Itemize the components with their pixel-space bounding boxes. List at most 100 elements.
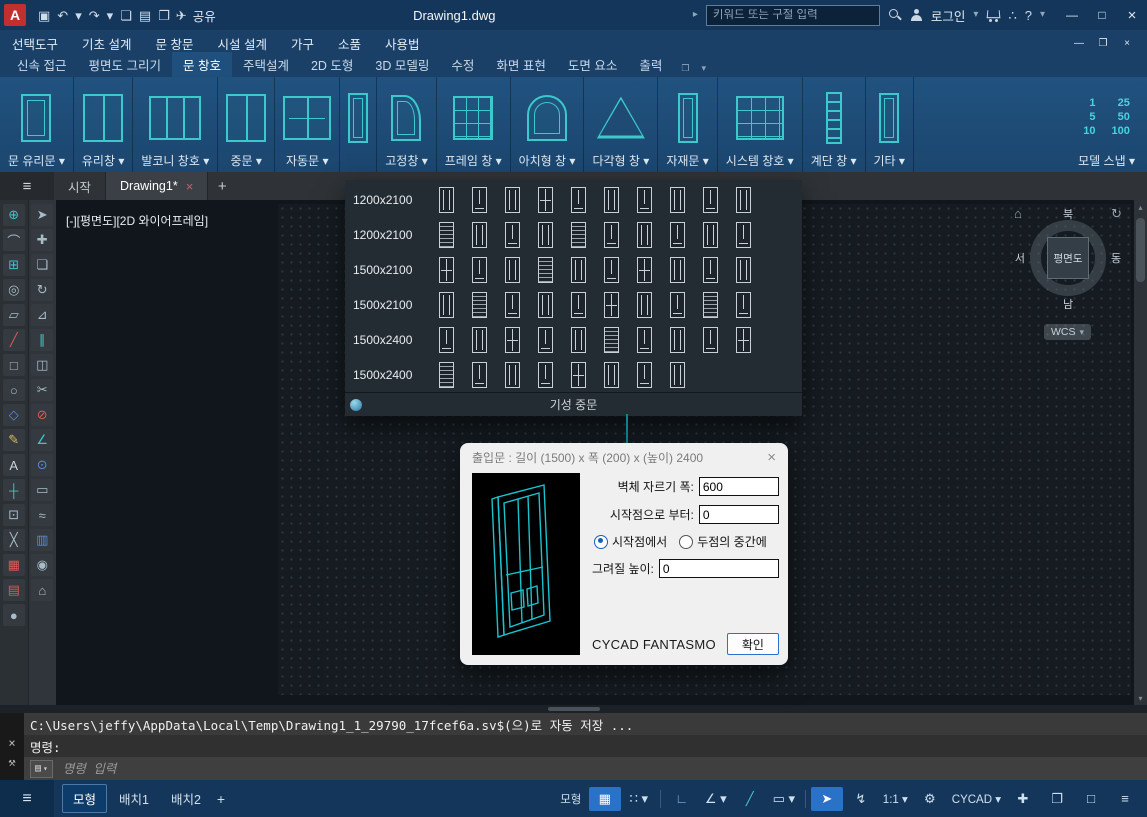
close-button[interactable]: × (1117, 0, 1147, 30)
angle-measure-icon[interactable]: ∠ (31, 429, 53, 451)
object-snap-tracking-toggle[interactable]: ╱ (734, 787, 766, 811)
viewport-controls[interactable]: [-][평면도][2D 와이어프레임] (66, 212, 208, 229)
table-tool-icon[interactable]: ⊞ (3, 254, 25, 276)
selection-cycling-toggle[interactable]: ➤ (811, 787, 843, 811)
ok-button[interactable]: 확인 (727, 633, 779, 655)
door-thumbnail[interactable] (472, 292, 487, 318)
clean-screen-toggle[interactable]: □ (1075, 787, 1107, 811)
hatch-tool-icon[interactable]: ▦ (3, 554, 25, 576)
help-icon[interactable]: ? (1025, 9, 1032, 22)
door-thumbnail[interactable] (439, 187, 454, 213)
login-caret-icon[interactable]: ▾ (973, 10, 978, 20)
wcs-dropdown[interactable]: WCS ▾ (1044, 324, 1091, 340)
ribbon-panel-button[interactable]: 다각형 창 ▾ (584, 77, 658, 172)
offset-tool-icon[interactable]: ∥ (31, 329, 53, 351)
add-layout-button[interactable]: + (211, 787, 231, 811)
viewport-tool-icon[interactable]: ▭ (31, 479, 53, 501)
new-tab-button[interactable]: + (208, 172, 236, 200)
door-thumbnail[interactable] (736, 257, 751, 283)
door-thumbnail[interactable] (736, 292, 751, 318)
menu-item[interactable]: 가구 (291, 34, 314, 53)
door-thumbnail[interactable] (472, 257, 487, 283)
ribbon-tab[interactable]: 2D 도형 (300, 52, 364, 77)
model-snap-value[interactable]: 10 (1083, 125, 1095, 137)
doc-restore-button[interactable]: ❐ (1091, 30, 1115, 56)
menu-item[interactable]: 기초 설계 (82, 34, 131, 53)
ribbon-panel-button[interactable]: 고정창 ▾ (377, 77, 436, 172)
ribbon-panel-button[interactable]: 시스템 창호 ▾ (718, 77, 803, 172)
save-icon[interactable]: ▣ (38, 9, 50, 22)
model-snap-value[interactable]: 25 (1112, 97, 1130, 109)
model-snap-value[interactable]: 100 (1112, 125, 1130, 137)
text-tool-icon[interactable]: A (3, 454, 25, 476)
line-tool-icon[interactable]: ╱ (3, 329, 25, 351)
door-thumbnail[interactable] (736, 327, 751, 353)
delete-tool-icon[interactable]: ⊘ (31, 404, 53, 426)
expand-arrow-icon[interactable]: ▸ (693, 10, 698, 20)
command-options-icon[interactable]: ▤ ▾ (30, 760, 53, 778)
donut-tool-icon[interactable]: ◎ (3, 279, 25, 301)
scroll-down-icon[interactable]: ▾ (1138, 691, 1142, 705)
compass-south[interactable]: 남 (1063, 296, 1073, 310)
rectangle-tool-icon[interactable]: □ (3, 354, 25, 376)
door-thumbnail[interactable] (538, 257, 553, 283)
add-status-icon[interactable]: ✚ (1007, 787, 1039, 811)
ribbon-panel-button[interactable]: 중문 ▾ (218, 77, 275, 172)
door-thumbnail[interactable] (472, 362, 487, 388)
door-thumbnail[interactable] (571, 257, 586, 283)
door-thumbnail[interactable] (703, 222, 718, 248)
close-command-icon[interactable]: × (8, 737, 15, 749)
doc-close-button[interactable]: × (1115, 30, 1139, 56)
viewcube-face[interactable]: 평면도 (1047, 237, 1089, 279)
arc-tool-icon[interactable]: ⌒ (3, 229, 25, 251)
door-thumbnail[interactable] (538, 187, 553, 213)
annotation-scale-button[interactable]: 1:1 ▾ (879, 787, 912, 811)
maximize-button[interactable]: □ (1087, 0, 1117, 30)
gallery-grip-icon[interactable] (350, 399, 362, 411)
radio-midpoint-label[interactable]: 두점의 중간에 (697, 533, 767, 550)
scroll-up-icon[interactable]: ▴ (1138, 200, 1142, 214)
workspace-switcher[interactable]: CYCAD ▾ (948, 787, 1005, 811)
view-cube[interactable]: ⌂ ↻ 북 서 평면도 동 남 (1008, 206, 1128, 310)
door-thumbnail[interactable] (538, 362, 553, 388)
statusbar-hamburger[interactable]: ≡ (0, 780, 54, 817)
door-thumbnail[interactable] (571, 362, 586, 388)
radio-start-point-label[interactable]: 시작점에서 (612, 533, 667, 550)
menu-item[interactable]: 시설 설계 (217, 34, 266, 53)
ribbon-tab[interactable]: 수정 (440, 52, 485, 77)
draw-height-input[interactable] (659, 559, 779, 578)
scrollbar-thumb[interactable] (1136, 218, 1145, 282)
plot-icon[interactable]: ❐ (158, 9, 170, 22)
new-drawing-icon[interactable]: ❏ (120, 9, 132, 22)
grid-display-toggle[interactable]: ▦ (589, 787, 621, 811)
doc-minimize-button[interactable]: — (1067, 30, 1091, 56)
erase-tool-icon[interactable]: ╳ (3, 529, 25, 551)
menu-item[interactable]: 사용법 (385, 34, 420, 53)
door-thumbnail[interactable] (670, 257, 685, 283)
door-thumbnail[interactable] (439, 327, 454, 353)
door-thumbnail[interactable] (604, 327, 619, 353)
vertical-scrollbar[interactable]: ▴ ▾ (1134, 200, 1147, 705)
file-menu-hamburger[interactable]: ≡ (0, 172, 54, 200)
door-thumbnail[interactable] (472, 222, 487, 248)
door-thumbnail[interactable] (670, 292, 685, 318)
layer-tool-icon[interactable]: ▥ (31, 529, 53, 551)
command-input[interactable] (61, 760, 1147, 777)
model-snap-value[interactable]: 5 (1083, 111, 1095, 123)
share-button[interactable]: 공유 (193, 6, 216, 25)
point-tool-icon[interactable]: ┼ (3, 479, 25, 501)
lineweight-toggle[interactable]: ▭ ▾ (768, 787, 800, 811)
redo-icon[interactable]: ↷ (89, 9, 100, 22)
menu-item[interactable]: 선택도구 (12, 34, 58, 53)
status-menu-icon[interactable]: ≡ (1109, 787, 1141, 811)
layout-tab[interactable]: 배치2 (161, 785, 211, 812)
door-thumbnail[interactable] (505, 222, 520, 248)
model-snap-value[interactable]: 50 (1112, 111, 1130, 123)
osnap-settings-icon[interactable]: ⊕ (3, 204, 25, 226)
ribbon-tab[interactable]: 주택설계 (232, 52, 300, 77)
door-thumbnail[interactable] (637, 362, 652, 388)
trim-tool-icon[interactable]: ✂ (31, 379, 53, 401)
share-network-icon[interactable]: ∴ (1008, 9, 1016, 22)
wall-cut-width-input[interactable] (699, 477, 779, 496)
compass-west[interactable]: 서 (1015, 250, 1025, 266)
